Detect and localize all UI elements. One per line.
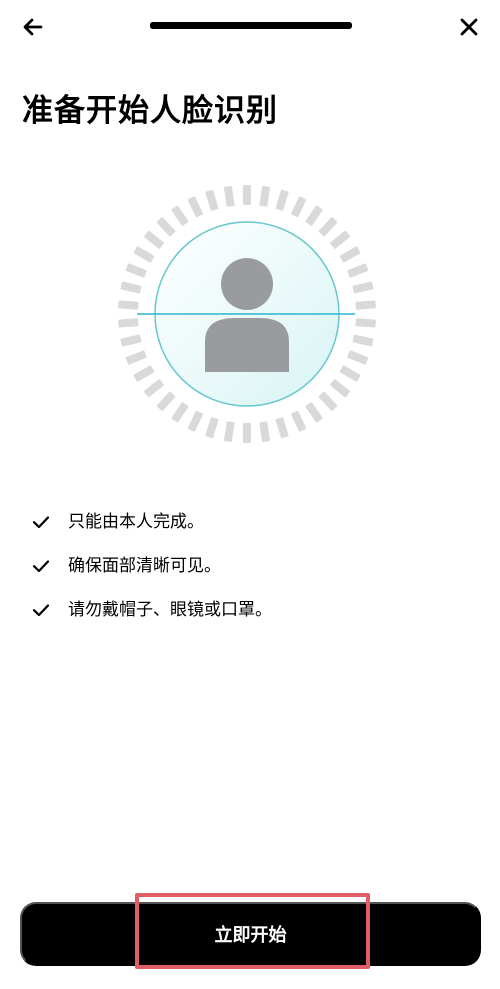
requirement-item-face-visible: 确保面部清晰可见。	[32, 544, 272, 588]
requirements-list: 只能由本人完成。 确保面部清晰可见。 请勿戴帽子、眼镜或口罩。	[32, 500, 272, 632]
scan-ring-tick	[205, 189, 219, 211]
requirement-item-no-accessories: 请勿戴帽子、眼镜或口罩。	[32, 588, 272, 632]
scan-ring-tick	[318, 391, 338, 411]
scan-ring-tick	[291, 196, 307, 218]
face-scan-illustration	[111, 178, 383, 450]
scan-ring-tick	[305, 402, 323, 423]
scan-ring-tick	[133, 365, 155, 382]
scan-ring-tick	[318, 217, 338, 237]
scan-ring-tick	[118, 318, 139, 328]
requirement-item-self: 只能由本人完成。	[32, 500, 272, 544]
scan-ring-tick	[171, 402, 189, 423]
avatar-head	[221, 258, 273, 310]
scan-ring-tick	[339, 246, 361, 263]
scan-ring-tick	[243, 423, 251, 443]
scan-ring-tick	[125, 350, 147, 365]
close-button[interactable]	[452, 10, 486, 44]
scan-ring-tick	[205, 417, 219, 439]
scan-ring-tick	[347, 263, 369, 278]
scan-ring-tick	[243, 185, 251, 205]
scan-ring-tick	[120, 281, 142, 294]
scan-ring-tick	[305, 205, 323, 226]
scan-ring-tick	[133, 246, 155, 263]
top-navigation-bar	[0, 0, 500, 56]
close-icon	[460, 18, 478, 36]
scan-ring-tick	[259, 421, 271, 443]
scan-ring-tick	[352, 281, 374, 294]
requirement-text: 只能由本人完成。	[68, 512, 204, 532]
scan-ring-tick	[223, 185, 235, 207]
scan-ring-tick	[223, 421, 235, 443]
progress-bar	[150, 22, 352, 29]
requirement-text: 确保面部清晰可见。	[68, 556, 221, 576]
scan-ring-tick	[120, 334, 142, 347]
scan-ring-tick	[339, 365, 361, 382]
requirement-text: 请勿戴帽子、眼镜或口罩。	[68, 600, 272, 620]
scan-ring-tick	[144, 379, 164, 398]
scan-ring-tick	[330, 230, 350, 249]
scan-ring-tick	[291, 410, 307, 432]
arrow-left-icon	[23, 18, 43, 36]
scan-ring-tick	[118, 300, 139, 310]
back-button[interactable]	[16, 10, 50, 44]
scan-ring-tick	[171, 205, 189, 226]
start-now-button[interactable]: 立即开始	[20, 902, 481, 966]
scan-ring-tick	[187, 410, 203, 432]
scan-ring-tick	[330, 379, 350, 398]
check-icon	[32, 516, 50, 529]
scan-ring-tick	[125, 263, 147, 278]
progress-fill	[150, 22, 352, 29]
scan-ring-tick	[347, 350, 369, 365]
scan-ring-tick	[156, 217, 176, 237]
scan-ring-tick	[275, 189, 289, 211]
scan-ring-tick	[259, 185, 271, 207]
scan-ring-tick	[355, 318, 376, 328]
page-title: 准备开始人脸识别	[22, 93, 278, 129]
scan-ring-tick	[352, 334, 374, 347]
scan-ring-tick	[156, 391, 176, 411]
scan-ring-tick	[144, 230, 164, 249]
check-icon	[32, 604, 50, 617]
avatar-body	[205, 318, 289, 372]
scan-ring-tick	[355, 300, 376, 310]
scan-ring-tick	[187, 196, 203, 218]
scan-ring-tick	[275, 417, 289, 439]
check-icon	[32, 560, 50, 573]
